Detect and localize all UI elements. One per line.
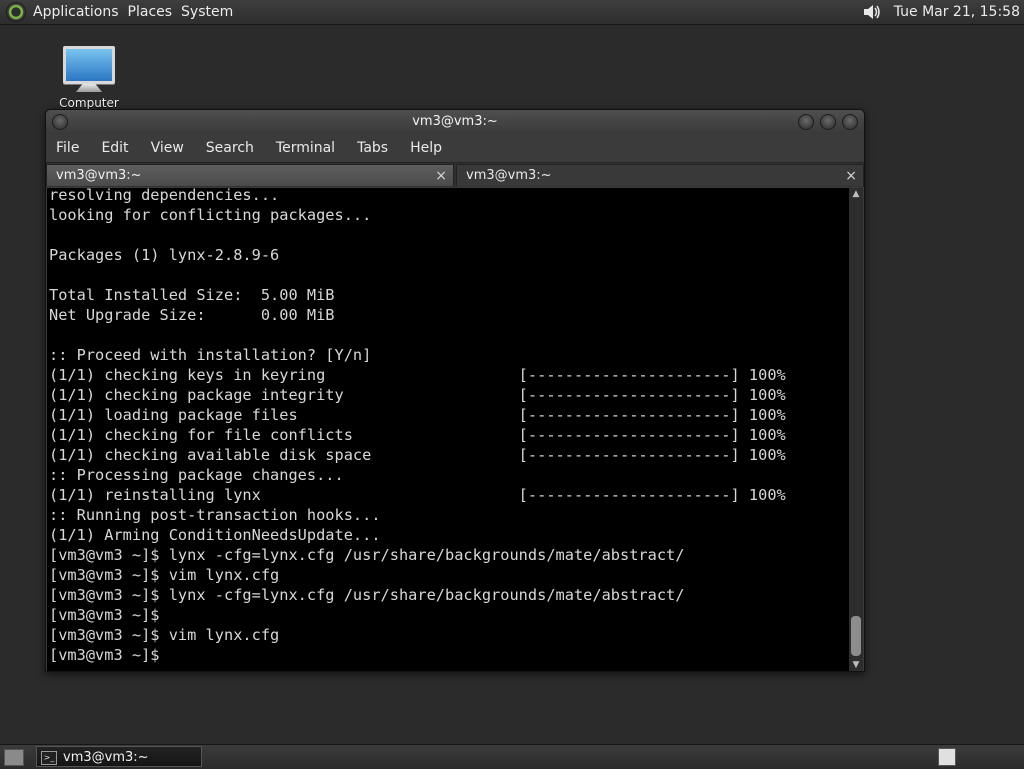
terminal-window: vm3@vm3:~ File Edit View Search Terminal… [45,109,865,672]
bottom-panel: >_ vm3@vm3:~ [0,744,1024,769]
terminal-line: (1/1) reinstalling lynx [---------------… [49,486,786,504]
terminal-line: (1/1) checking package integrity [------… [49,386,786,404]
desktop-icon-label: Computer [59,96,119,110]
menu-tabs[interactable]: Tabs [346,140,399,156]
menu-search[interactable]: Search [195,140,265,156]
window-title: vm3@vm3:~ [412,114,498,129]
tab-close-icon[interactable]: × [845,165,857,187]
window-titlebar[interactable]: vm3@vm3:~ [46,110,864,134]
menubar: File Edit View Search Terminal Tabs Help [46,134,864,162]
terminal-line: [vm3@vm3 ~]$ vim lynx.cfg [49,566,280,584]
terminal-icon: >_ [41,751,57,765]
close-button[interactable] [842,114,858,130]
terminal-line: (1/1) checking for file conflicts [-----… [49,426,786,444]
terminal-line: Total Installed Size: 5.00 MiB [49,286,335,304]
terminal-line: (1/1) Arming ConditionNeedsUpdate... [49,526,381,544]
menu-file[interactable]: File [46,140,90,156]
tab-1[interactable]: vm3@vm3:~ × [46,164,454,186]
menu-system[interactable]: System [181,4,242,20]
tab-label: vm3@vm3:~ [466,168,552,183]
terminal-output[interactable]: resolving dependencies... looking for con… [49,185,847,668]
workspace-switcher[interactable] [938,748,956,766]
terminal-line: [vm3@vm3 ~]$ [49,606,160,624]
maximize-button[interactable] [820,114,836,130]
menu-places[interactable]: Places [128,4,182,20]
scrollbar-thumb[interactable] [851,616,861,656]
terminal-line: :: Processing package changes... [49,466,344,484]
taskbar-label: vm3@vm3:~ [63,750,149,765]
menu-view[interactable]: View [140,140,195,156]
volume-icon[interactable] [862,2,884,22]
terminal-line: Net Upgrade Size: 0.00 MiB [49,306,335,324]
menu-applications[interactable]: Applications [33,4,128,20]
terminal-line: :: Proceed with installation? [Y/n] [49,346,372,364]
terminal-area[interactable]: resolving dependencies... looking for con… [47,185,863,671]
terminal-line: (1/1) loading package files [-----------… [49,406,786,424]
terminal-line: [vm3@vm3 ~]$ [49,646,160,664]
menu-edit[interactable]: Edit [90,140,139,156]
panel-tray: Tue Mar 21, 15:58 [862,0,1020,24]
show-desktop-icon[interactable] [4,749,24,766]
tab-label: vm3@vm3:~ [56,168,142,183]
terminal-line: resolving dependencies... [49,186,280,204]
computer-icon-base [76,84,102,92]
terminal-line: (1/1) checking available disk space [---… [49,446,786,464]
terminal-line: (1/1) checking keys in keyring [--------… [49,366,786,384]
terminal-line: looking for conflicting packages... [49,206,372,224]
menu-help[interactable]: Help [399,140,453,156]
window-menu-button[interactable] [52,114,68,130]
terminal-line: Packages (1) lynx-2.8.9-6 [49,246,280,264]
terminal-line: :: Running post-transaction hooks... [49,506,381,524]
minimize-button[interactable] [798,114,814,130]
taskbar-button-terminal[interactable]: >_ vm3@vm3:~ [36,746,202,767]
terminal-line: [vm3@vm3 ~]$ lynx -cfg=lynx.cfg /usr/sha… [49,546,685,564]
computer-icon [63,46,115,84]
clock[interactable]: Tue Mar 21, 15:58 [894,4,1020,20]
scroll-up-icon[interactable]: ▲ [849,188,863,200]
top-panel: Applications Places System Tue Mar 21, 1… [0,0,1024,25]
desktop-icon-computer[interactable]: Computer [54,46,124,110]
terminal-line: [vm3@vm3 ~]$ lynx -cfg=lynx.cfg /usr/sha… [49,586,685,604]
tab-2[interactable]: vm3@vm3:~ × [456,164,864,186]
tabbar: vm3@vm3:~ × vm3@vm3:~ × [46,162,864,187]
terminal-line: [vm3@vm3 ~]$ vim lynx.cfg [49,626,280,644]
scroll-down-icon[interactable]: ▼ [849,659,863,671]
tab-close-icon[interactable]: × [435,165,447,187]
menu-terminal[interactable]: Terminal [265,140,346,156]
mate-logo-icon[interactable] [7,3,25,21]
scrollbar[interactable]: ▲ ▼ [849,188,863,671]
